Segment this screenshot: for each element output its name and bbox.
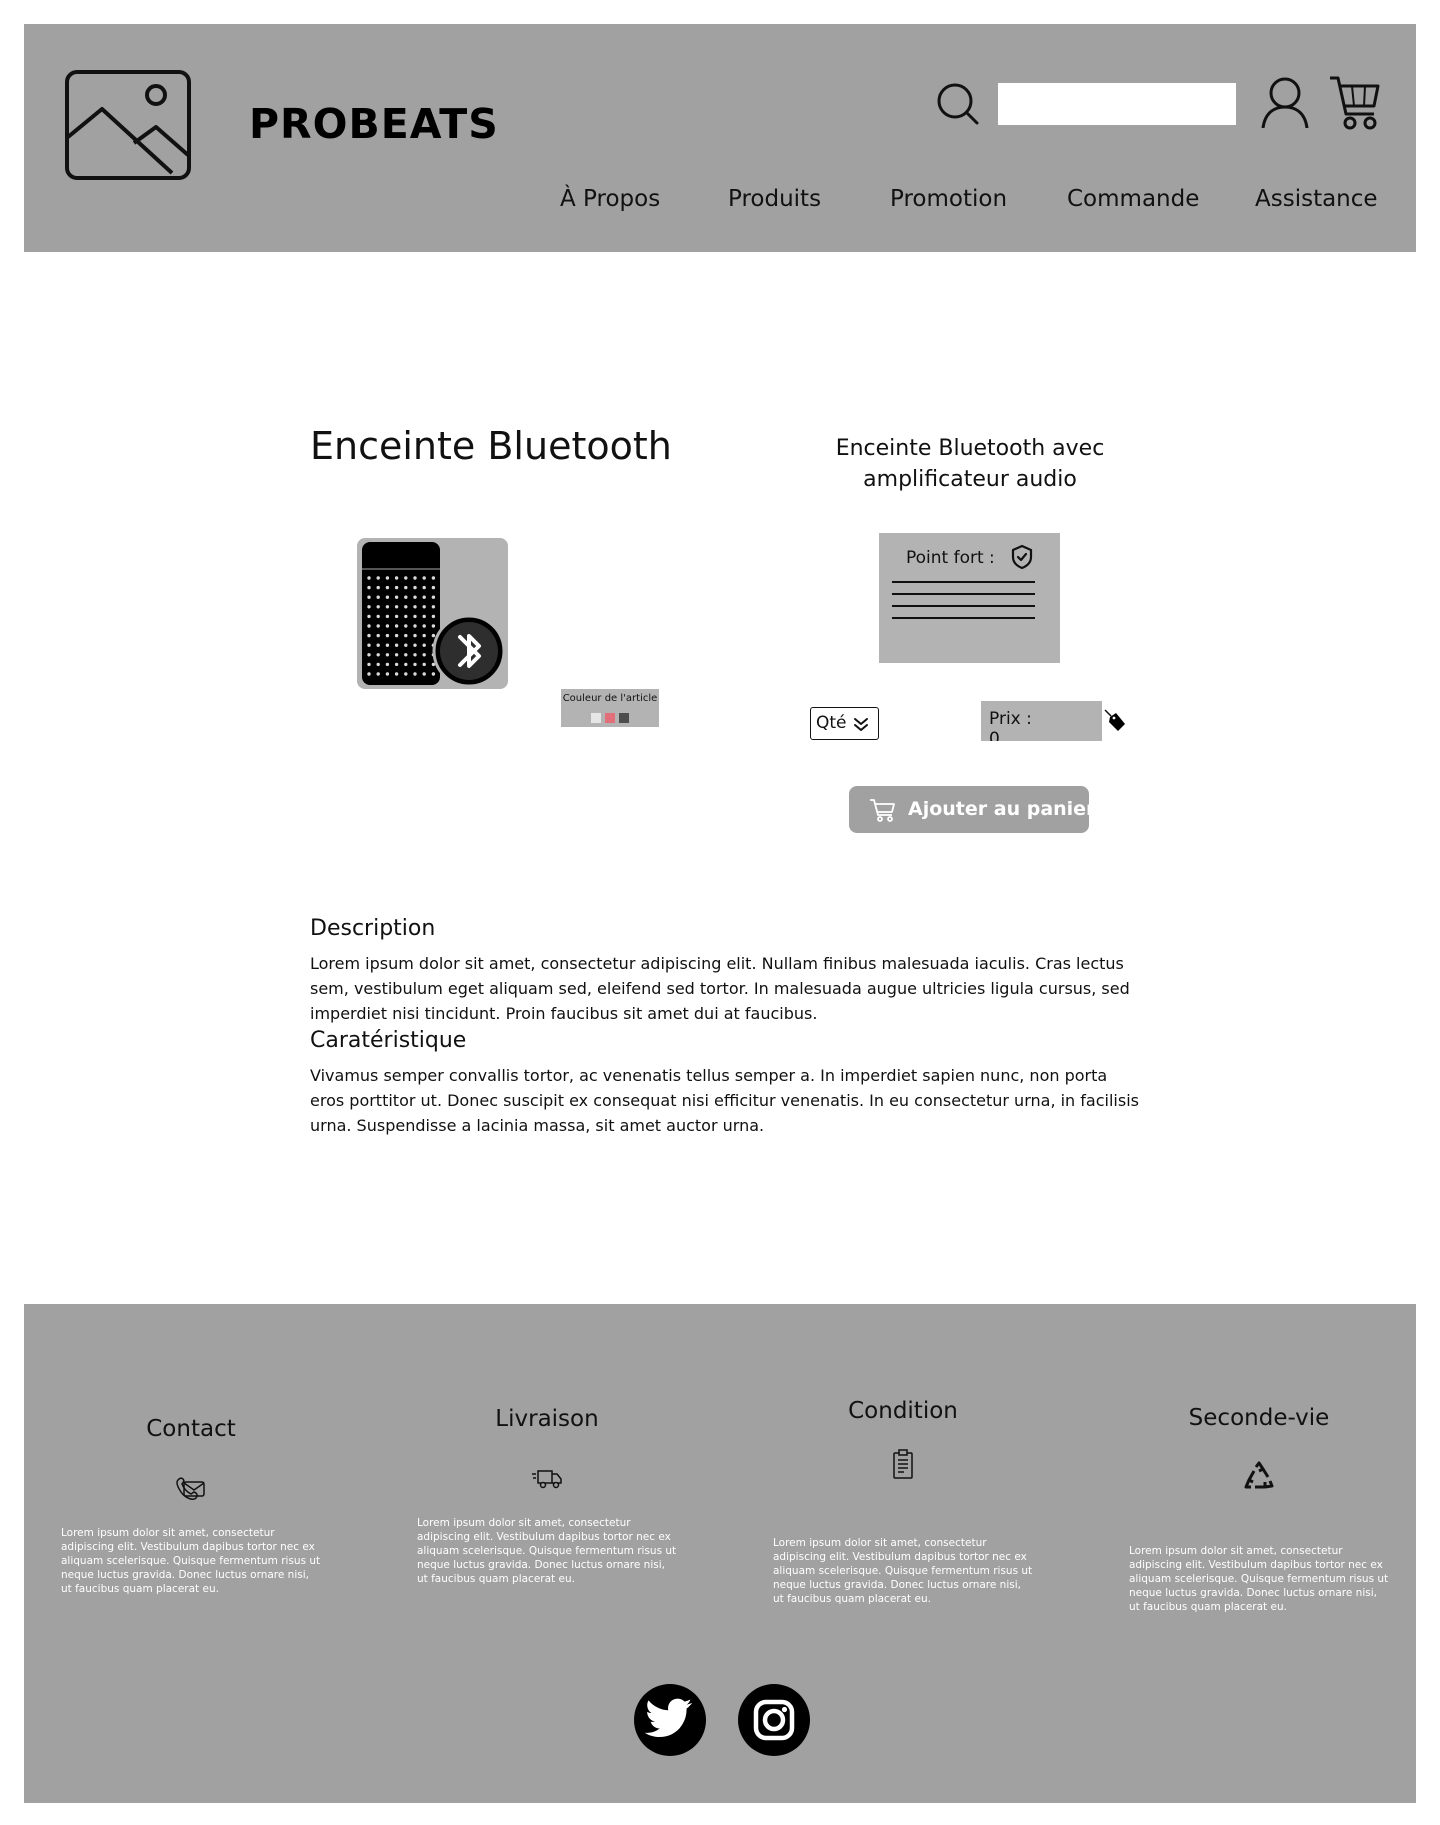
color-label: Couleur de l'article xyxy=(562,693,658,704)
nav-item-a-propos[interactable]: À Propos xyxy=(560,186,660,212)
point-fort-box: Point fort : xyxy=(879,533,1060,663)
add-to-cart-label: Ajouter au panier xyxy=(908,798,1096,820)
color-swatch-dark-gray[interactable] xyxy=(619,713,629,723)
search-input[interactable] xyxy=(998,83,1236,125)
footer-text: Lorem ipsum dolor sit amet, consectetur … xyxy=(773,1537,1033,1605)
shopping-cart-icon[interactable] xyxy=(1328,74,1380,132)
instagram-icon[interactable] xyxy=(738,1684,810,1756)
color-swatch-pink[interactable] xyxy=(605,713,615,723)
footer-text: Lorem ipsum dolor sit amet, consectetur … xyxy=(61,1527,321,1595)
user-account-icon[interactable] xyxy=(1260,76,1310,130)
quantity-label: Qté xyxy=(816,713,847,733)
price-tag-icon xyxy=(1104,709,1126,733)
description-text: Lorem ipsum dolor sit amet, consectetur … xyxy=(310,954,1130,1023)
quantity-select[interactable]: Qté xyxy=(810,707,879,740)
characteristics-text: Vivamus semper convallis tortor, ac vene… xyxy=(310,1066,1139,1135)
shield-check-icon xyxy=(1010,544,1034,570)
footer-text: Lorem ipsum dolor sit amet, consectetur … xyxy=(417,1517,677,1585)
logo-image-icon[interactable] xyxy=(64,69,192,181)
divider xyxy=(892,581,1035,583)
footer-title[interactable]: Contact xyxy=(61,1416,321,1442)
divider xyxy=(892,617,1035,619)
site-footer: Contact Lorem ipsum dolor sit amet, cons… xyxy=(24,1304,1416,1803)
color-swatch-light-gray[interactable] xyxy=(591,713,601,723)
add-to-cart-button[interactable]: Ajouter au panier xyxy=(849,786,1095,833)
search-icon[interactable] xyxy=(936,82,980,126)
footer-title[interactable]: Livraison xyxy=(417,1406,677,1432)
price-value: 0 xyxy=(989,729,1000,741)
recycle-icon xyxy=(1243,1461,1275,1493)
twitter-icon[interactable] xyxy=(634,1684,706,1756)
nav-item-produits[interactable]: Produits xyxy=(728,186,821,212)
description-title: Description xyxy=(310,916,436,941)
divider xyxy=(892,605,1035,607)
product-subtitle: Enceinte Bluetooth avec amplificateur au… xyxy=(835,436,1105,492)
brand-name[interactable]: PROBEATS xyxy=(249,100,499,148)
price-box: Prix :0 xyxy=(981,701,1102,741)
site-header: PROBEATS À Propos Produits Promotion Com… xyxy=(24,24,1416,252)
footer-text: Lorem ipsum dolor sit amet, consectetur … xyxy=(1129,1545,1389,1613)
nav-item-promotion[interactable]: Promotion xyxy=(890,186,1007,212)
delivery-truck-icon xyxy=(531,1462,563,1494)
price-label: Prix :0 xyxy=(989,709,1032,741)
product-title: Enceinte Bluetooth xyxy=(310,424,672,468)
product-image[interactable] xyxy=(357,538,508,689)
characteristics-title: Caratéristique xyxy=(310,1028,467,1053)
nav-item-commande[interactable]: Commande xyxy=(1067,186,1199,212)
double-chevron-down-icon xyxy=(853,716,869,732)
point-fort-label: Point fort : xyxy=(906,548,995,568)
clipboard-icon xyxy=(887,1448,919,1480)
nav-item-assistance[interactable]: Assistance xyxy=(1255,186,1378,212)
bluetooth-speaker-icon xyxy=(362,542,506,688)
shopping-cart-icon xyxy=(869,798,895,822)
footer-title[interactable]: Condition xyxy=(773,1398,1033,1424)
color-selector: Couleur de l'article xyxy=(561,689,659,727)
envelope-phone-icon xyxy=(175,1472,207,1504)
footer-title[interactable]: Seconde-vie xyxy=(1129,1405,1389,1431)
divider xyxy=(892,593,1035,595)
